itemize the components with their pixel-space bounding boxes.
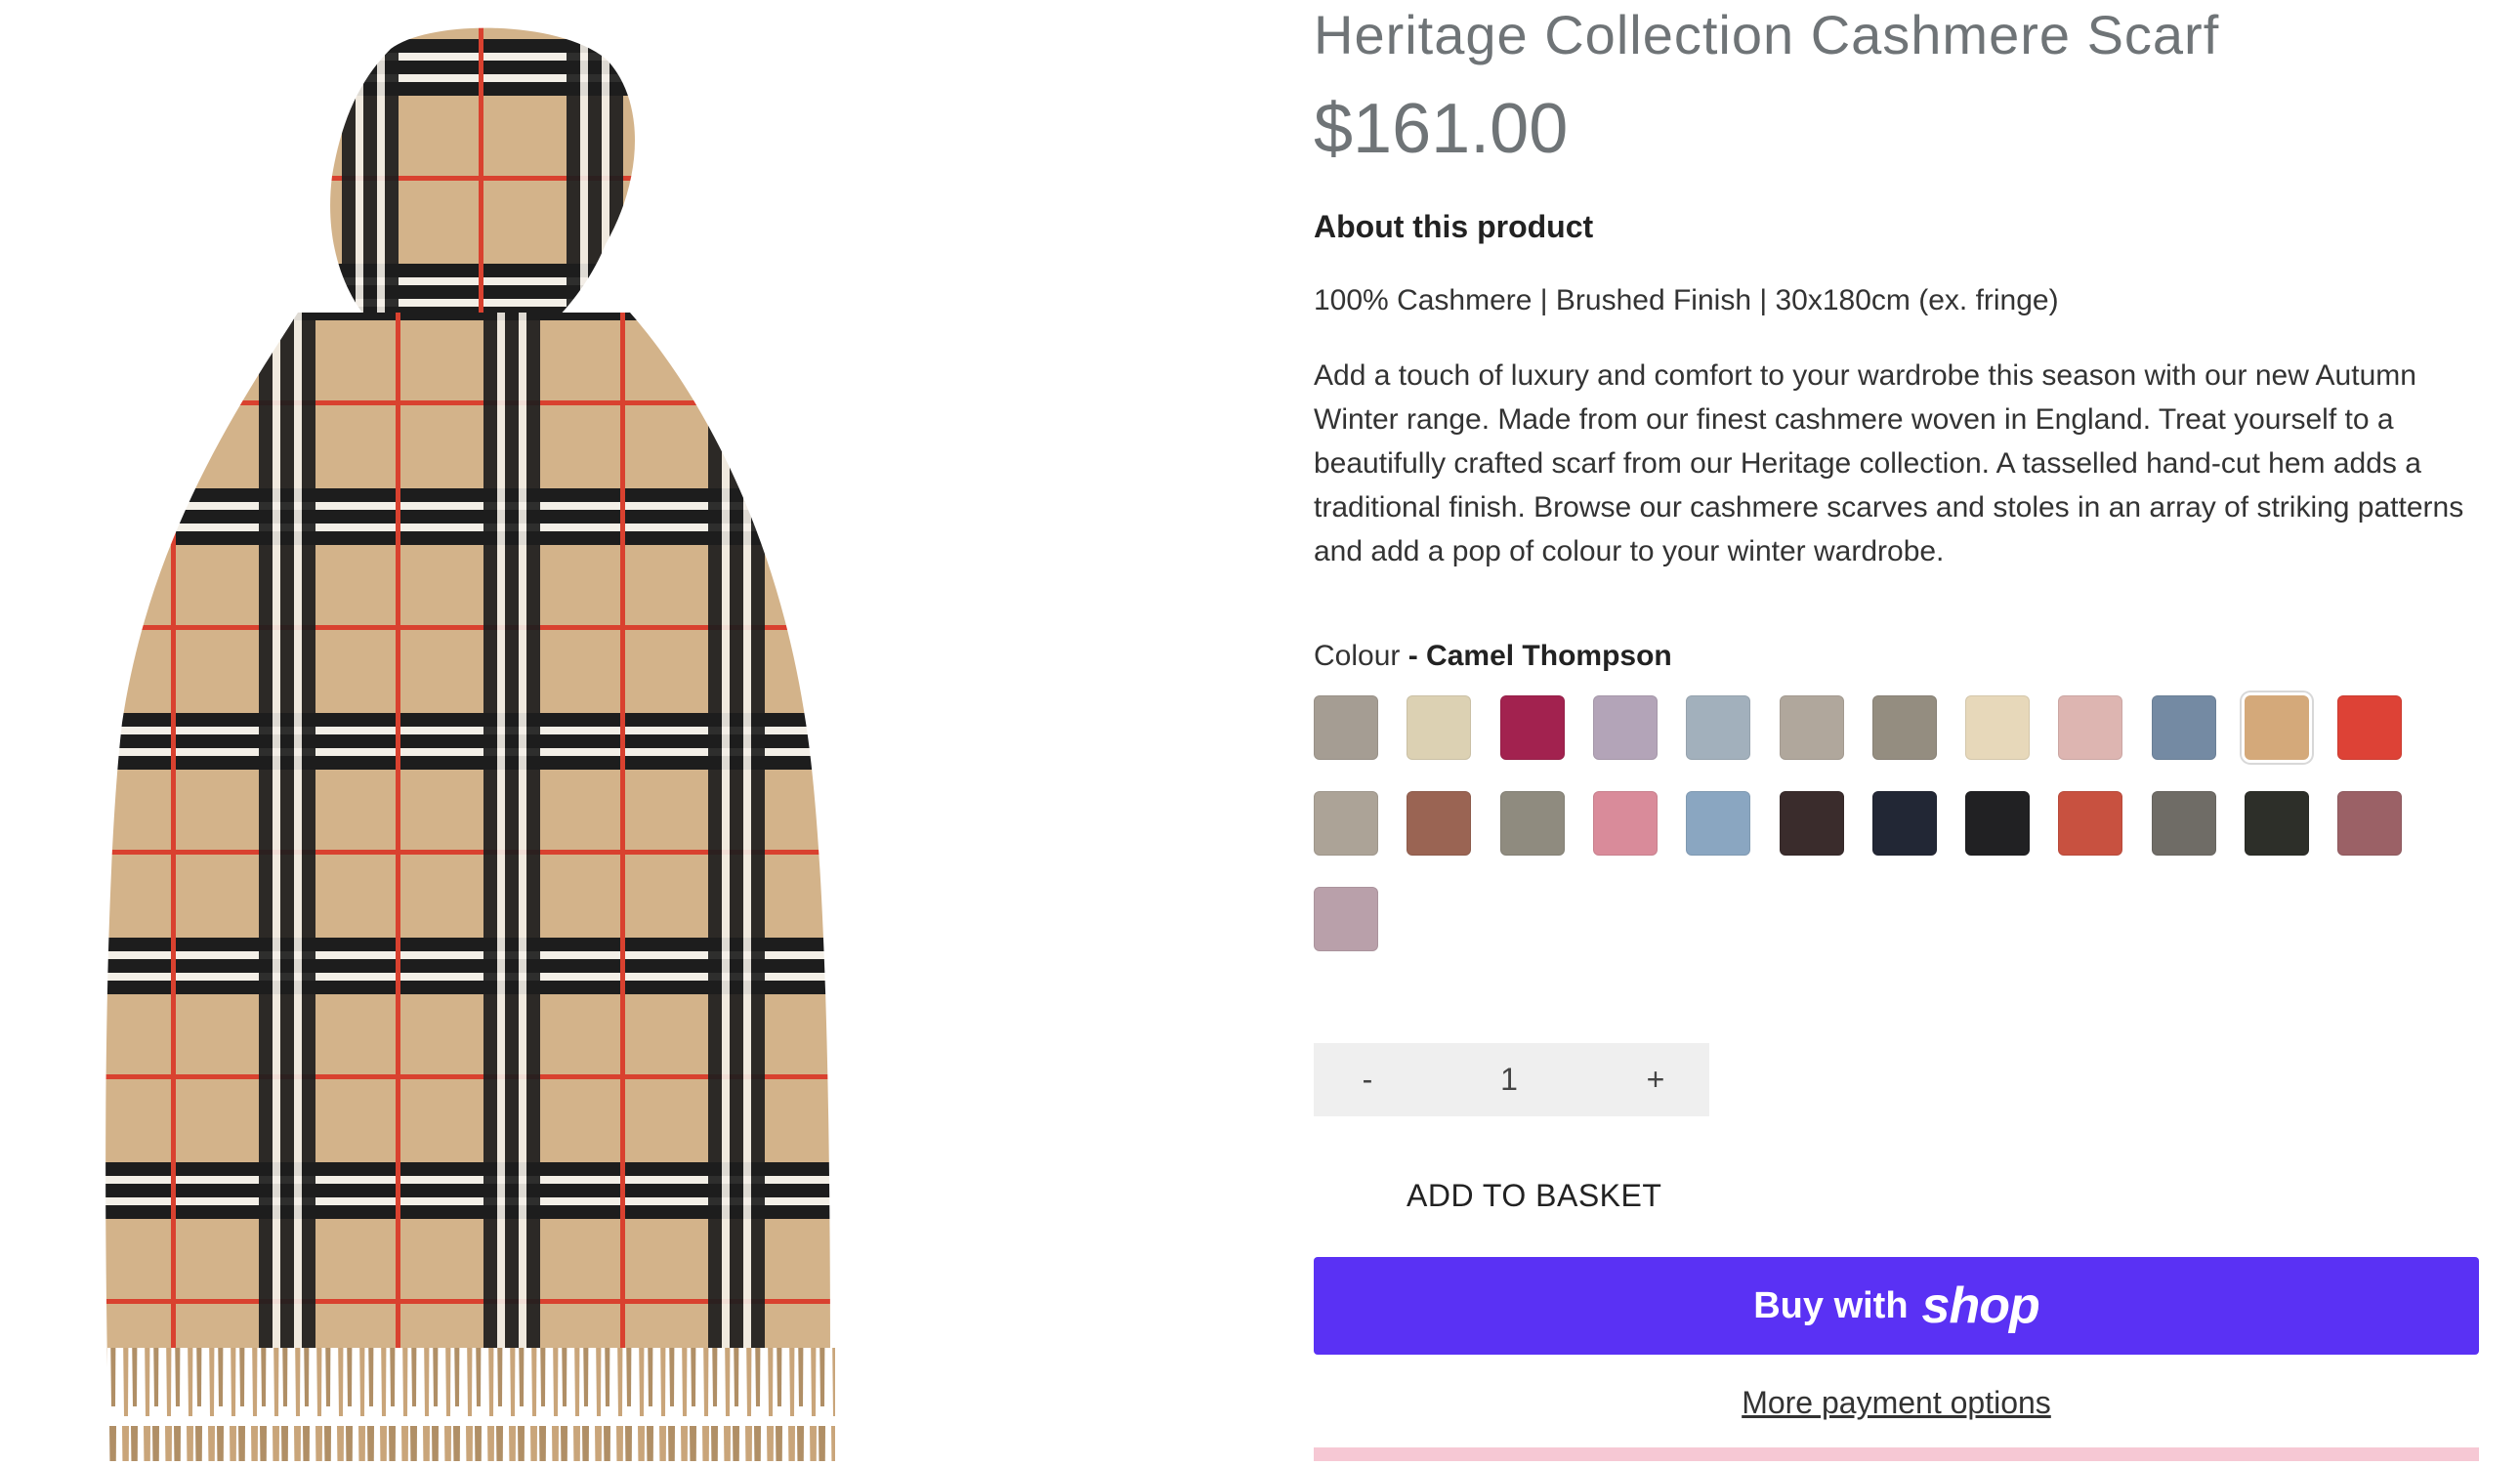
colour-swatch[interactable] [1592, 791, 1658, 856]
product-image[interactable] [98, 20, 908, 1466]
colour-swatch[interactable] [1314, 791, 1378, 856]
more-payment-options-link[interactable]: More payment options [1314, 1385, 2479, 1421]
quantity-value[interactable]: 1 [1475, 1043, 1543, 1116]
product-price: $161.00 [1314, 90, 1569, 168]
colour-swatch[interactable] [2151, 791, 2216, 856]
quantity-increase-button[interactable]: + [1626, 1043, 1685, 1116]
colour-swatch[interactable] [2245, 791, 2309, 856]
colour-swatch[interactable] [2151, 695, 2216, 760]
colour-swatch[interactable] [1779, 695, 1844, 760]
colour-swatch[interactable] [2058, 791, 2123, 856]
about-heading: About this product [1314, 209, 1594, 244]
colour-swatch[interactable] [1686, 695, 1751, 760]
colour-label-text: Colour [1314, 640, 1401, 672]
product-spec: 100% Cashmere | Brushed Finish | 30x180c… [1314, 284, 2059, 316]
shop-logo: shop [1921, 1278, 2040, 1334]
colour-swatch[interactable] [1499, 791, 1565, 856]
colour-swatch[interactable] [2337, 791, 2403, 856]
colour-label: Colour - Camel Thompson [1314, 637, 1672, 676]
colour-swatch[interactable] [1314, 887, 1378, 951]
buy-with-label: Buy with [1753, 1284, 1909, 1326]
colour-swatch[interactable] [1407, 695, 1472, 760]
colour-swatch[interactable] [1779, 791, 1844, 856]
colour-swatch[interactable] [2245, 695, 2309, 760]
colour-swatch[interactable] [1314, 695, 1378, 760]
product-description: Add a touch of luxury and comfort to you… [1314, 359, 2464, 567]
colour-swatch[interactable] [1592, 695, 1658, 760]
product-title: Heritage Collection Cashmere Scarf [1314, 4, 2220, 65]
colour-swatch[interactable] [1407, 791, 1472, 856]
pay-later-banner [1314, 1447, 2479, 1461]
colour-swatch[interactable] [1965, 791, 2031, 856]
buy-with-shop-button[interactable]: Buy with shop [1314, 1257, 2479, 1355]
colour-swatch[interactable] [1965, 695, 2031, 760]
colour-swatch[interactable] [2337, 695, 2403, 760]
tartan-scarf-illustration [105, 27, 835, 1466]
quantity-stepper: - 1 + [1314, 1043, 1709, 1116]
colour-swatch[interactable] [1499, 695, 1565, 760]
colour-swatch[interactable] [2058, 695, 2123, 760]
colour-swatch[interactable] [1686, 791, 1751, 856]
colour-swatch[interactable] [1871, 791, 1937, 856]
colour-swatch[interactable] [1871, 695, 1937, 760]
colour-separator: - [1400, 640, 1427, 672]
quantity-decrease-button[interactable]: - [1343, 1043, 1392, 1116]
selected-colour-name: Camel Thompson [1426, 640, 1672, 672]
add-to-basket-button[interactable]: ADD TO BASKET [1407, 1178, 1661, 1214]
